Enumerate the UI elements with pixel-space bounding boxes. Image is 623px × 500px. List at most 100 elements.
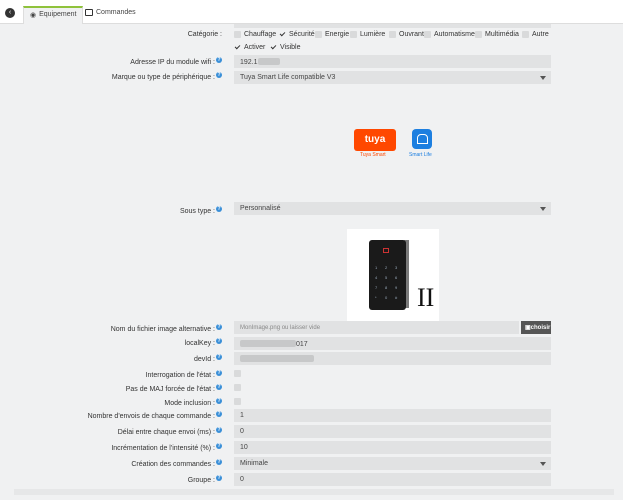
ip-label: Adresse IP du module wifi :?: [130, 57, 222, 66]
nb-envois-label: Nombre d'envois de chaque commande :?: [87, 411, 222, 420]
keypad-key: 2: [385, 265, 388, 270]
tab-commandes-label: Commandes: [96, 9, 136, 16]
category-checkbox[interactable]: Lumière: [350, 31, 385, 38]
help-icon[interactable]: ?: [216, 206, 222, 212]
help-icon[interactable]: ?: [216, 370, 222, 376]
sous-type-value: Personnalisé: [240, 205, 281, 212]
image-label: Nom du fichier image alternative :?: [110, 324, 222, 333]
creation-label: Création des commandes :?: [131, 459, 222, 468]
keypad-key: 4: [375, 275, 378, 280]
category-checkbox[interactable]: Chauffage: [234, 31, 276, 38]
creation-select[interactable]: Minimale: [234, 457, 551, 470]
visible-label: Visible: [280, 44, 301, 51]
category-checkbox[interactable]: Multimédia: [475, 31, 519, 38]
devid-label: devId :?: [193, 354, 222, 363]
tab-commandes[interactable]: Commandes: [79, 6, 142, 24]
checkbox-box: [389, 31, 396, 38]
category-label: Ouvrant: [399, 31, 424, 38]
categorie-label: Catégorie :: [187, 31, 222, 38]
localkey-value: 017: [296, 341, 308, 348]
category-checkbox[interactable]: Ouvrant: [389, 31, 424, 38]
keypad-key: 0: [385, 295, 388, 300]
check-icon: [279, 31, 286, 38]
tab-equipement-label: Equipement: [39, 11, 77, 18]
help-icon[interactable]: ?: [216, 354, 222, 360]
keypad-key: #: [395, 295, 398, 300]
sous-type-select[interactable]: Personnalisé: [234, 202, 551, 215]
help-icon[interactable]: ?: [216, 384, 222, 390]
pas-maj-checkbox[interactable]: [234, 384, 241, 391]
keypad-key: 7: [375, 285, 378, 290]
delai-input[interactable]: 0: [234, 425, 551, 438]
bottom-bar: [14, 489, 614, 495]
tab-equipement[interactable]: ◉ Equipement: [23, 6, 84, 24]
delai-label: Délai entre chaque envoi (ms) :?: [117, 427, 222, 436]
visible-checkbox[interactable]: Visible: [270, 44, 301, 51]
category-checkbox[interactable]: Sécurité: [279, 31, 315, 38]
increment-input[interactable]: 10: [234, 441, 551, 454]
help-icon[interactable]: ?: [216, 57, 222, 63]
delai-value: 0: [240, 428, 244, 435]
category-label: Lumière: [360, 31, 386, 38]
category-label: Chauffage: [244, 31, 277, 38]
localkey-input[interactable]: 017: [234, 337, 551, 350]
keypad-key: 3: [395, 265, 398, 270]
help-icon[interactable]: ?: [216, 398, 222, 404]
device-image: 1 2 3 4 5 6 7 8 9 * 0 # II: [347, 229, 439, 321]
devid-input[interactable]: [234, 352, 551, 365]
back-button[interactable]: ‹: [3, 6, 17, 20]
category-label: Energie: [325, 31, 350, 38]
help-icon[interactable]: ?: [216, 475, 222, 481]
check-icon: [270, 44, 277, 51]
interrogation-checkbox[interactable]: [234, 370, 241, 377]
groupe-input[interactable]: 0: [234, 473, 551, 486]
checkbox-box: [350, 31, 357, 38]
activer-label: Activer: [244, 44, 266, 51]
check-icon: [234, 44, 241, 51]
choisir-button[interactable]: ▣choisir: [521, 321, 551, 334]
redacted-blur: [257, 58, 280, 65]
redacted-blur: [240, 355, 314, 362]
back-arrow-icon: ‹: [5, 8, 15, 18]
ip-input[interactable]: 192.1: [234, 55, 551, 68]
keypad-body: 1 2 3 4 5 6 7 8 9 * 0 #: [369, 240, 406, 310]
help-icon[interactable]: ?: [216, 72, 222, 78]
category-label: Sécurité: [289, 31, 315, 38]
image-input[interactable]: MonImage.png ou laisser vide: [234, 321, 519, 334]
marque-select[interactable]: Tuya Smart Life compatible V3: [234, 71, 551, 84]
roman-numeral: II: [417, 283, 435, 312]
checkbox-box: [315, 31, 322, 38]
help-icon[interactable]: ?: [216, 324, 222, 330]
checkbox-box: [234, 31, 241, 38]
localkey-label: localKey :?: [184, 338, 222, 347]
tab-bar: ‹ ◉ Equipement Commandes: [0, 0, 623, 24]
category-label: Autre: [532, 31, 549, 38]
tuya-caption: Tuya Smart: [360, 152, 386, 158]
pas-maj-label: Pas de MAJ forcée de l'état :?: [125, 384, 222, 393]
category-checkbox[interactable]: Energie: [315, 31, 349, 38]
keypad-key: *: [375, 295, 377, 300]
checkbox-box: [522, 31, 529, 38]
creation-value: Minimale: [240, 460, 269, 467]
help-icon[interactable]: ?: [216, 443, 222, 449]
help-icon[interactable]: ?: [216, 338, 222, 344]
keypad-key: 5: [385, 275, 388, 280]
category-label: Automatisme: [434, 31, 475, 38]
help-icon[interactable]: ?: [216, 459, 222, 465]
keypad-key: 8: [385, 285, 388, 290]
sous-type-label: Sous type :?: [179, 206, 222, 215]
mode-inclusion-checkbox[interactable]: [234, 398, 241, 405]
nb-envois-input[interactable]: 1: [234, 409, 551, 422]
category-checkbox[interactable]: Automatisme: [424, 31, 475, 38]
help-icon[interactable]: ?: [216, 411, 222, 417]
smartlife-caption: Smart Life: [409, 152, 432, 158]
smartlife-logo: [412, 129, 432, 149]
activer-checkbox[interactable]: Activer: [234, 44, 265, 51]
previous-field: [234, 24, 551, 28]
increment-value: 10: [240, 444, 248, 451]
help-icon[interactable]: ?: [216, 427, 222, 433]
list-icon: [85, 9, 93, 16]
category-checkbox[interactable]: Autre: [522, 31, 549, 38]
keypad-key: 9: [395, 285, 398, 290]
keypad-key: 1: [375, 265, 378, 270]
